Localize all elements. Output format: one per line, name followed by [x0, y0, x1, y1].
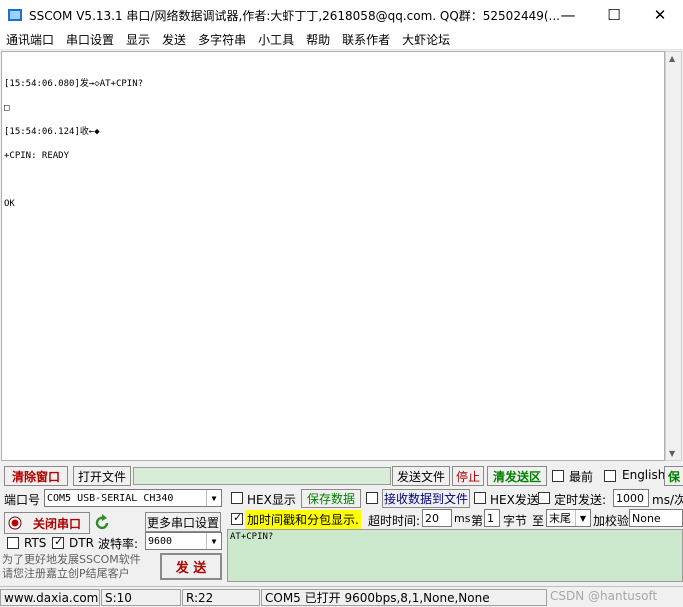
app-icon	[8, 9, 22, 21]
window-title: SSCOM V5.13.1 串口/网络数据调试器,作者:大虾丁丁,2618058…	[29, 9, 560, 23]
menu-display[interactable]: 显示	[120, 31, 156, 48]
save-data-button[interactable]: 保存数据	[301, 489, 361, 508]
menu-bar: 通讯端口 串口设置 显示 发送 多字符串 小工具 帮助 联系作者 大虾论坛	[0, 30, 683, 50]
maximize-button[interactable]: ☐	[591, 0, 637, 30]
menu-comm-port[interactable]: 通讯端口	[0, 31, 60, 48]
timeout-label: 超时时间:	[368, 514, 421, 528]
log-line: [15:54:06.080]发→◇AT+CPIN?	[4, 79, 144, 89]
promo-text[interactable]: 为了更好地发展SSCOM软件 请您注册嘉立创P结尾客户	[2, 553, 158, 583]
log-scrollbar[interactable]: ▲ ▼	[665, 51, 682, 461]
timestamp-checkbox[interactable]	[231, 511, 243, 525]
checksum-label: 加校验	[593, 514, 630, 528]
clear-send-area-button[interactable]: 清发送区	[487, 466, 547, 486]
title-bar[interactable]: SSCOM V5.13.1 串口/网络数据调试器,作者:大虾丁丁,2618058…	[0, 0, 683, 30]
interval-unit-label: ms/次	[652, 493, 683, 507]
timestamp-label: 加时间戳和分包显示.	[245, 510, 361, 529]
rts-label: RTS	[24, 536, 47, 550]
close-port-button[interactable]: 关闭串口	[4, 512, 90, 534]
timeout-unit-label: ms	[454, 512, 471, 525]
port-label: 端口号	[4, 493, 41, 507]
hex-send-label: HEX发送	[490, 493, 539, 507]
english-label: English	[622, 468, 666, 482]
topmost-label: 最前	[569, 470, 594, 484]
hex-display-label: HEX显示	[247, 493, 296, 507]
status-port-info: COM5 已打开 9600bps,8,1,None,None	[261, 589, 547, 606]
hex-send-checkbox[interactable]	[474, 492, 486, 504]
hex-display-checkbox[interactable]	[231, 492, 243, 504]
close-button[interactable]: ✕	[637, 0, 683, 30]
receive-log[interactable]: [15:54:06.080]发→◇AT+CPIN? □ [15:54:06.12…	[1, 51, 665, 461]
port-select[interactable]: COM5 USB-SERIAL CH340 ▼	[44, 489, 222, 507]
timed-send-label: 定时发送:	[554, 493, 607, 507]
chevron-down-icon: ▼	[206, 490, 221, 506]
nth-label: 第	[471, 514, 484, 528]
menu-send[interactable]: 发送	[156, 31, 192, 48]
timed-send-checkbox[interactable]	[538, 492, 550, 504]
recv-to-file-checkbox[interactable]	[366, 492, 378, 504]
log-line: □	[4, 103, 10, 113]
dtr-checkbox[interactable]	[52, 535, 64, 549]
send-button[interactable]: 发 送	[160, 553, 222, 580]
scroll-down-icon[interactable]: ▼	[669, 449, 675, 458]
menu-forum[interactable]: 大虾论坛	[396, 31, 456, 48]
status-sent-count: S:10	[101, 589, 181, 606]
refresh-icon[interactable]	[95, 514, 111, 532]
scroll-up-icon[interactable]: ▲	[669, 54, 675, 63]
menu-tools[interactable]: 小工具	[252, 31, 300, 48]
rts-checkbox[interactable]	[7, 537, 19, 549]
watermark: CSDN @hantusoft	[550, 589, 658, 603]
more-serial-settings-button[interactable]: 更多串口设置	[145, 512, 221, 532]
log-line: +CPIN: READY	[4, 151, 70, 161]
send-file-button[interactable]: 发送文件	[392, 466, 450, 486]
port-status-icon	[8, 516, 22, 530]
status-site[interactable]: www.daxia.com	[0, 589, 100, 606]
end-select-value: 末尾	[549, 512, 571, 525]
menu-multi-string[interactable]: 多字符串	[192, 31, 252, 48]
open-file-button[interactable]: 打开文件	[73, 466, 131, 486]
menu-help[interactable]: 帮助	[300, 31, 336, 48]
recv-to-file-button[interactable]: 接收数据到文件	[382, 489, 470, 508]
to-label: 至	[532, 514, 545, 528]
log-line: [15:54:06.124]收←◆	[4, 127, 100, 137]
menu-serial-settings[interactable]: 串口设置	[60, 31, 120, 48]
log-line: OK	[4, 199, 15, 209]
topmost-checkbox[interactable]	[552, 470, 564, 482]
send-textarea[interactable]: AT+CPIN?	[227, 529, 683, 582]
nth-input[interactable]: 1	[484, 509, 500, 527]
byte-label: 字节	[503, 514, 528, 528]
baud-select-value: 9600	[148, 535, 173, 547]
menu-contact[interactable]: 联系作者	[336, 31, 396, 48]
baud-label: 波特率:	[98, 537, 139, 551]
action-toolbar: 清除窗口 打开文件 发送文件 停止 清发送区 最前 English 保	[0, 464, 683, 486]
minimize-button[interactable]: —	[545, 0, 591, 30]
chevron-down-icon: ▼	[206, 533, 221, 549]
end-select[interactable]: 末尾 ▼	[546, 509, 591, 527]
chevron-down-icon: ▼	[575, 510, 590, 526]
file-path-field[interactable]	[133, 467, 391, 485]
baud-select[interactable]: 9600 ▼	[145, 532, 222, 550]
stop-button[interactable]: 停止	[452, 466, 484, 486]
status-recv-count: R:22	[182, 589, 260, 606]
english-checkbox[interactable]	[604, 470, 616, 482]
dtr-label: DTR	[69, 536, 94, 550]
checksum-select[interactable]: None	[629, 509, 683, 527]
port-select-value: COM5 USB-SERIAL CH340	[47, 492, 174, 504]
clear-window-button[interactable]: 清除窗口	[4, 466, 68, 486]
save-button[interactable]: 保	[664, 466, 683, 486]
close-port-label: 关闭串口	[33, 516, 82, 531]
timeout-input[interactable]: 20	[422, 509, 452, 527]
status-bar: www.daxia.com S:10 R:22 COM5 已打开 9600bps…	[0, 586, 683, 607]
interval-input[interactable]: 1000	[613, 489, 649, 507]
